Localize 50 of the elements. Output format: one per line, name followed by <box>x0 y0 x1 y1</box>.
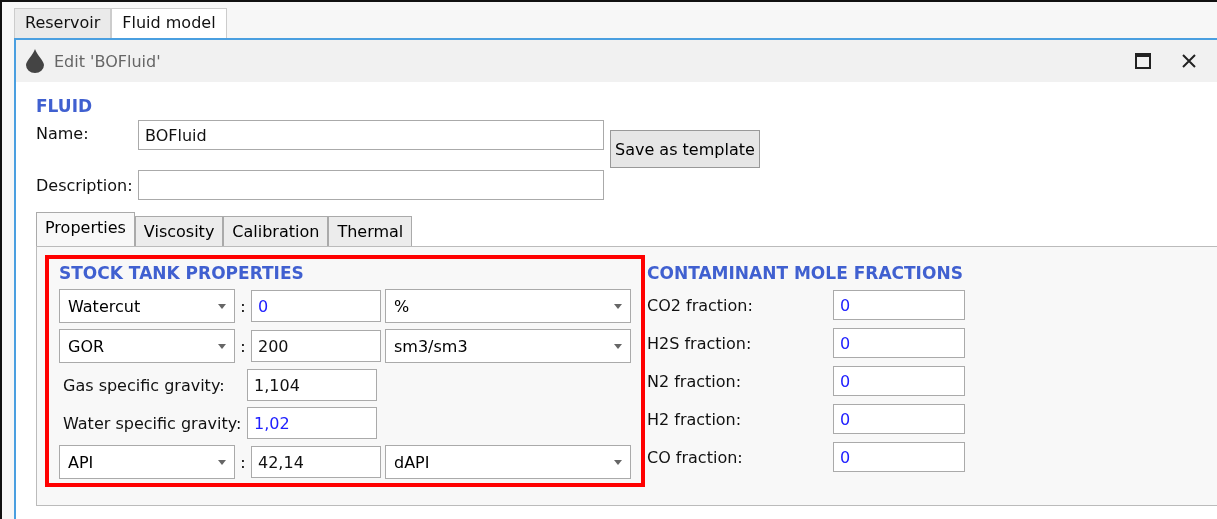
tab[interactable]: Thermal <box>328 216 413 246</box>
description-field[interactable] <box>138 170 604 200</box>
tab[interactable]: Calibration <box>223 216 329 246</box>
maximize-icon <box>1135 53 1151 69</box>
field-label: Gas specific gravity: <box>62 375 226 395</box>
value-field[interactable]: 1,104 <box>247 369 377 401</box>
name-field[interactable]: BOFluid <box>138 120 604 150</box>
field-label: N2 fraction: <box>647 371 743 391</box>
field-label: Description: <box>36 175 134 195</box>
drop-icon <box>26 49 44 73</box>
field-label: CO2 fraction: <box>647 295 754 315</box>
caret-icon <box>614 303 622 309</box>
value-field[interactable]: 0 <box>833 366 965 396</box>
caret-icon <box>614 459 622 465</box>
value-field[interactable]: 200 <box>251 330 381 362</box>
tab[interactable]: Properties <box>36 212 135 246</box>
tab[interactable]: Fluid model <box>111 8 227 38</box>
save-template-button[interactable]: Save as template <box>610 130 760 168</box>
section-heading: STOCK TANK PROPERTIES <box>59 263 305 283</box>
value-field[interactable]: 0 <box>833 328 965 358</box>
value-field[interactable]: 0 <box>833 404 965 434</box>
caret-icon <box>614 343 622 349</box>
value-field[interactable]: 42,14 <box>251 446 381 478</box>
caret-icon <box>218 303 226 309</box>
field-label: H2 fraction: <box>647 409 743 429</box>
tab[interactable]: Reservoir <box>14 8 112 38</box>
window-title: Edit 'BOFluid' <box>54 51 162 71</box>
section-heading: CONTAMINANT MOLE FRACTIONS <box>647 263 964 283</box>
property-dropdown[interactable]: GOR <box>59 329 235 363</box>
field-label: Water specific gravity: <box>62 413 243 433</box>
value-field[interactable]: 0 <box>833 442 965 472</box>
value-field[interactable]: 1,02 <box>247 407 377 439</box>
value-field[interactable]: 0 <box>833 290 965 320</box>
field-label: CO fraction: <box>647 447 744 467</box>
caret-icon <box>218 343 226 349</box>
field-label: H2S fraction: <box>647 333 753 353</box>
tab[interactable]: Viscosity <box>134 216 224 246</box>
unit-dropdown[interactable]: % <box>385 289 631 323</box>
separator-colon: : <box>239 296 247 316</box>
value-field[interactable]: 0 <box>251 290 381 322</box>
unit-dropdown[interactable]: dAPI <box>385 445 631 479</box>
section-heading: FLUID <box>36 96 94 116</box>
property-dropdown[interactable]: Watercut <box>59 289 235 323</box>
close-icon <box>1182 54 1196 68</box>
separator-colon: : <box>239 336 247 356</box>
field-label: Name: <box>36 124 90 143</box>
unit-dropdown[interactable]: sm3/sm3 <box>385 329 631 363</box>
separator-colon: : <box>239 452 247 472</box>
caret-icon <box>218 459 226 465</box>
property-dropdown[interactable]: API <box>59 445 235 479</box>
